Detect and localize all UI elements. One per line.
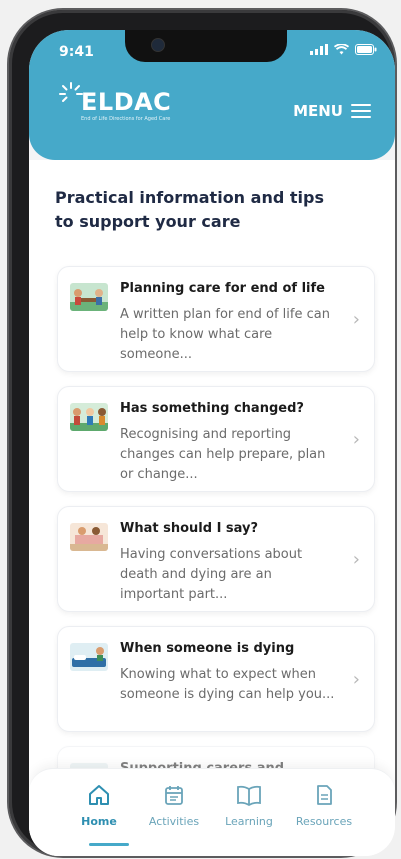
active-tab-indicator — [89, 843, 129, 846]
card-illustration-icon — [70, 403, 108, 431]
app-screen: 9:41 ELDAC End of Life Directions for Ag… — [29, 30, 395, 856]
tab-learning[interactable]: Learning — [209, 783, 289, 828]
tab-resources[interactable]: Resources — [284, 783, 364, 828]
chevron-right-icon: › — [352, 309, 360, 330]
book-icon — [237, 785, 261, 807]
tab-label: Home — [81, 815, 117, 828]
bottom-tab-bar: Home Activities Learning Resources — [29, 768, 395, 856]
card-description: Knowing what to expect when someone is d… — [120, 667, 335, 702]
card-illustration-icon — [70, 523, 108, 551]
device-notch — [125, 30, 287, 62]
signal-icon — [310, 44, 328, 55]
card-illustration-icon — [70, 643, 108, 671]
sunburst-logo-icon — [59, 82, 83, 102]
card-what-to-say[interactable]: What should I say? Having conversations … — [57, 506, 375, 612]
card-description: A written plan for end of life can help … — [120, 307, 330, 362]
tab-activities[interactable]: Activities — [134, 783, 214, 828]
eldac-logo[interactable]: ELDAC End of Life Directions for Aged Ca… — [59, 82, 172, 132]
tab-label: Resources — [295, 815, 353, 828]
card-title: Planning care for end of life — [120, 281, 325, 296]
card-title: When someone is dying — [120, 641, 295, 656]
chevron-right-icon: › — [352, 429, 360, 450]
status-time: 9:41 — [59, 44, 94, 60]
chevron-right-icon: › — [352, 669, 360, 690]
card-title: What should I say? — [120, 521, 259, 536]
tab-home[interactable]: Home — [59, 783, 139, 828]
document-icon — [317, 785, 332, 805]
tab-label: Learning — [225, 815, 273, 828]
card-illustration-icon — [70, 283, 108, 311]
page-title: Practical information and tips to suppor… — [55, 188, 324, 231]
home-icon — [89, 785, 109, 805]
tab-label: Activities — [148, 815, 200, 828]
logo-tagline: End of Life Directions for Aged Care — [81, 116, 171, 122]
calendar-icon — [165, 786, 183, 805]
hamburger-icon — [351, 100, 371, 122]
app-header: 9:41 ELDAC End of Life Directions for Ag… — [29, 30, 395, 160]
card-description: Having conversations about death and dyi… — [120, 547, 303, 602]
card-planning-care[interactable]: Planning care for end of life A written … — [57, 266, 375, 372]
wifi-icon — [334, 44, 349, 55]
main-content: Practical information and tips to suppor… — [29, 160, 395, 856]
card-title: Has something changed? — [120, 401, 304, 416]
front-camera — [151, 38, 165, 52]
menu-button[interactable]: MENU — [293, 100, 371, 122]
chevron-right-icon: › — [352, 549, 360, 570]
status-icons — [310, 44, 377, 55]
battery-icon — [355, 44, 377, 55]
card-something-changed[interactable]: Has something changed? Recognising and r… — [57, 386, 375, 492]
card-someone-dying[interactable]: When someone is dying Knowing what to ex… — [57, 626, 375, 732]
logo-wordmark: ELDAC — [81, 88, 172, 116]
menu-label: MENU — [293, 102, 343, 120]
card-description: Recognising and reporting changes can he… — [120, 427, 326, 482]
